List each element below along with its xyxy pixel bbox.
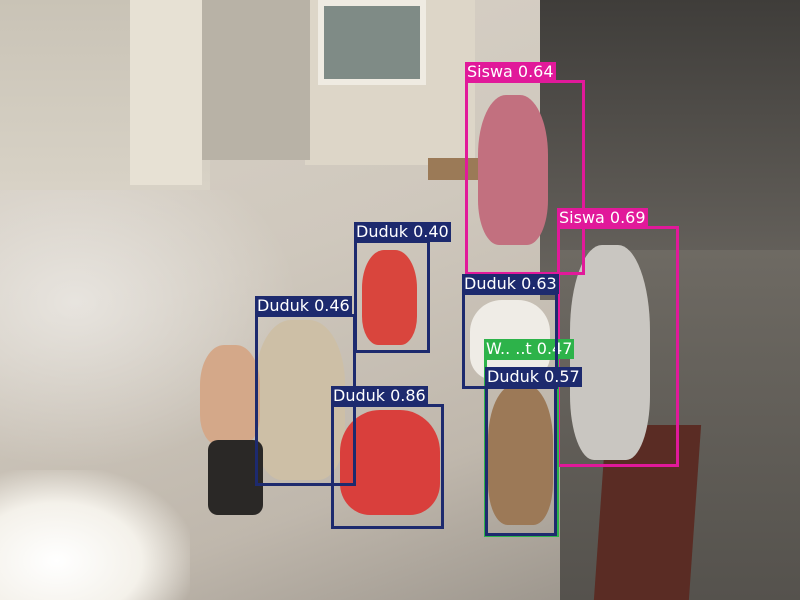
detection-label: Duduk 0.86	[331, 386, 428, 406]
detection-label: Duduk 0.57	[485, 367, 582, 387]
detection-box-siswa: Siswa 0.69	[557, 208, 679, 467]
detection-label: Duduk 0.40	[354, 222, 451, 242]
detection-label: Siswa 0.64	[465, 62, 556, 82]
detection-box-duduk: Duduk 0.86	[331, 386, 444, 529]
detection-label: Duduk 0.63	[462, 274, 559, 294]
detection-box-duduk: Duduk 0.40	[354, 222, 451, 353]
detection-label: Siswa 0.69	[557, 208, 648, 228]
detection-box-duduk: Duduk 0.57	[485, 367, 582, 536]
sunlight-glare	[0, 470, 190, 600]
pillar	[130, 0, 202, 185]
window	[318, 0, 426, 85]
child-left-edge	[200, 345, 260, 445]
camera-frame: Siswa 0.64 Siswa 0.69 Duduk 0.40 Duduk 0…	[0, 0, 800, 600]
detection-label: Duduk 0.46	[255, 296, 352, 316]
